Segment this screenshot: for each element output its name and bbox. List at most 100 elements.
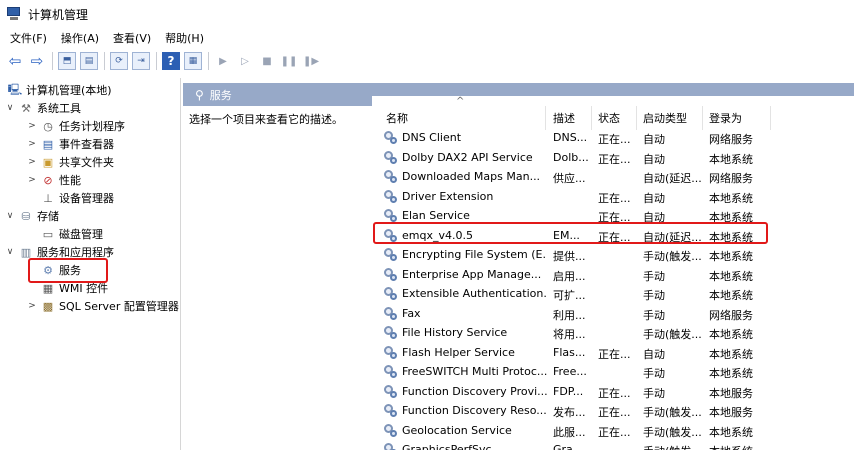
service-row[interactable]: Enterprise App Manage... 启用... 手动 本地系统: [372, 265, 854, 285]
tools-icon: ⚒: [21, 101, 31, 115]
column-header-logon-as[interactable]: 登录为: [709, 110, 742, 126]
tree-item-system-tools[interactable]: ∨ ⚒ 系统工具: [4, 99, 81, 117]
column-header-status[interactable]: 状态: [598, 110, 620, 126]
service-name: Elan Service: [402, 209, 470, 222]
service-row[interactable]: Fax 利用... 手动 网络服务: [372, 304, 854, 324]
export-list-icon[interactable]: ⇥: [132, 52, 150, 70]
service-logon-as: 本地系统: [709, 250, 753, 263]
service-desc: 提供...: [553, 250, 586, 263]
tree-item-shared-folders[interactable]: > ▣ 共享文件夹: [26, 153, 114, 171]
service-desc: 将用...: [553, 328, 586, 341]
service-row[interactable]: Downloaded Maps Man... 供应... 自动(延迟... 网络服务: [372, 167, 854, 187]
column-header-startup-type[interactable]: 启动类型: [643, 110, 687, 126]
service-desc: 供应...: [553, 172, 586, 185]
service-row[interactable]: Encrypting File System (E... 提供... 手动(触发..…: [372, 245, 854, 265]
tree-item-event-viewer[interactable]: > ▤ 事件查看器: [26, 135, 114, 153]
pause-service-icon[interactable]: ❚❚: [280, 52, 298, 70]
chevron-down-icon[interactable]: ∨: [4, 211, 16, 221]
service-gear-icon: [384, 306, 397, 320]
service-row[interactable]: Function Discovery Reso... 发布... 正在... 手动(触…: [372, 401, 854, 421]
menu-help[interactable]: 帮助(H): [165, 30, 204, 46]
disk-icon: ▭: [42, 227, 54, 241]
service-row[interactable]: Extensible Authentication... 可扩... 手动 本地系统: [372, 284, 854, 304]
tree-item-storage[interactable]: ∨ ⛁ 存储: [4, 207, 59, 225]
tree-item-label: 磁盘管理: [59, 228, 103, 241]
service-logon-as: 本地系统: [709, 347, 753, 361]
menu-action[interactable]: 操作(A): [61, 30, 99, 46]
column-header-description[interactable]: 描述: [553, 110, 575, 126]
service-startup-type: 手动(触发...: [643, 425, 702, 439]
service-desc: 此服...: [553, 425, 586, 439]
stop-service-icon[interactable]: ■: [258, 52, 276, 70]
column-divider[interactable]: [636, 106, 637, 130]
properties-icon[interactable]: ▦: [184, 52, 202, 70]
menu-view[interactable]: 查看(V): [113, 30, 151, 46]
up-folder-icon[interactable]: ⬒: [58, 52, 76, 70]
service-desc: 利用...: [553, 308, 586, 322]
resume-service-icon[interactable]: ❚▶: [302, 52, 320, 70]
service-name: FreeSWITCH Multi Protoc...: [402, 365, 547, 378]
start-service-icon[interactable]: ▶: [214, 52, 232, 70]
service-startup-type: 手动(触发...: [643, 328, 702, 341]
chevron-right-icon[interactable]: >: [26, 175, 38, 185]
service-name: Fax: [402, 306, 421, 320]
tree-item-label: 任务计划程序: [59, 120, 125, 133]
column-divider[interactable]: [591, 106, 592, 130]
chevron-down-icon[interactable]: ∨: [4, 103, 16, 113]
chevron-right-icon[interactable]: >: [26, 121, 38, 131]
service-desc: Dolb...: [553, 150, 589, 164]
service-row[interactable]: Driver Extension 正在... 自动 本地系统: [372, 187, 854, 207]
service-gear-icon: [384, 170, 397, 183]
service-gear-icon: [384, 267, 397, 281]
menu-file[interactable]: 文件(F): [10, 30, 47, 46]
tree-item-root[interactable]: 🖳 计算机管理(本地): [8, 81, 112, 99]
service-startup-type: 自动: [643, 133, 665, 146]
service-row[interactable]: File History Service 将用... 手动(触发... 本地系统: [372, 323, 854, 343]
chevron-right-icon[interactable]: >: [26, 139, 38, 149]
service-gear-icon: [384, 384, 397, 398]
shared-folder-icon: ▣: [42, 155, 54, 169]
service-row[interactable]: DNS Client DNS... 正在... 自动 网络服务: [372, 128, 854, 148]
service-logon-as: 本地系统: [709, 425, 753, 439]
service-row[interactable]: GraphicsPerfSvc Gra... 手动(触发... 本地系统: [372, 440, 854, 450]
column-divider[interactable]: [545, 106, 546, 130]
tree-item-sql-server[interactable]: > ▩ SQL Server 配置管理器: [26, 297, 179, 315]
service-startup-type: 自动(延迟...: [643, 172, 702, 185]
chevron-right-icon[interactable]: >: [26, 301, 38, 311]
refresh-icon[interactable]: ⟳: [110, 52, 128, 70]
service-row[interactable]: Geolocation Service 此服... 正在... 手动(触发... 本地系…: [372, 421, 854, 441]
tree-item-task-scheduler[interactable]: > ◷ 任务计划程序: [26, 117, 125, 135]
help-icon[interactable]: ?: [162, 52, 180, 70]
service-row[interactable]: Dolby DAX2 API Service Dolb... 正在... 自动 本地系统: [372, 148, 854, 168]
service-logon-as: 本地系统: [709, 289, 753, 302]
event-log-icon: ▤: [42, 137, 54, 151]
tree-item-disk-management[interactable]: ▭ 磁盘管理: [41, 225, 103, 243]
service-status: 正在...: [598, 347, 631, 361]
column-header-name[interactable]: 名称: [386, 110, 408, 126]
service-row[interactable]: Flash Helper Service Flas... 正在... 自动 本地系统: [372, 343, 854, 363]
column-divider[interactable]: [702, 106, 703, 130]
service-startup-type: 自动: [643, 191, 665, 205]
service-logon-as: 本地系统: [709, 152, 753, 166]
show-hide-tree-icon[interactable]: ▤: [80, 52, 98, 70]
service-gear-icon: [384, 209, 397, 222]
service-gear-icon: [384, 150, 397, 164]
forward-arrow-icon[interactable]: ⇨: [28, 52, 46, 70]
service-name: File History Service: [402, 326, 508, 339]
back-arrow-icon[interactable]: ⇦: [6, 52, 24, 70]
tree-item-device-manager[interactable]: ⊥ 设备管理器: [41, 189, 114, 207]
service-name: Enterprise App Manage...: [402, 267, 542, 281]
service-logon-as: 网络服务: [709, 308, 753, 322]
service-description: 选择一个项目来查看它的描述。: [189, 113, 343, 126]
chevron-down-icon[interactable]: ∨: [4, 247, 16, 257]
service-name: Geolocation Service: [402, 423, 512, 437]
start-service-alt-icon[interactable]: ▷: [236, 52, 254, 70]
chevron-right-icon[interactable]: >: [26, 157, 38, 167]
service-row[interactable]: Function Discovery Provi... FDP... 正在... 手动…: [372, 382, 854, 402]
service-desc: FDP...: [553, 384, 584, 398]
service-gear-icon: [384, 423, 397, 437]
service-row[interactable]: FreeSWITCH Multi Protoc... Free... 手动 本地系统: [372, 362, 854, 382]
column-divider[interactable]: [770, 106, 771, 130]
service-desc: 发布...: [553, 406, 586, 419]
tree-item-performance[interactable]: > ⊘ 性能: [26, 171, 81, 189]
